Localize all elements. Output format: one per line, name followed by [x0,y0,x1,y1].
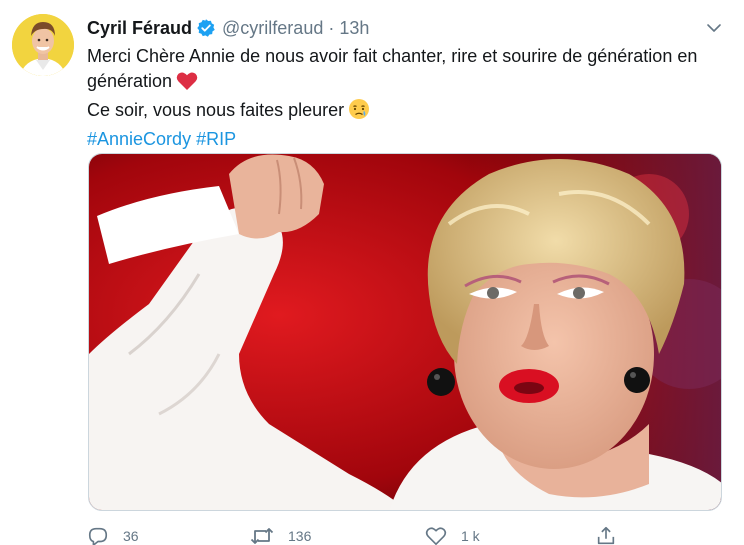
author-handle[interactable]: @cyrilferaud [222,18,323,39]
reply-button[interactable]: 36 [87,524,139,545]
share-icon [597,526,615,545]
retweet-count: 136 [288,528,312,544]
photo-image [89,154,721,510]
author-name[interactable]: Cyril Féraud [87,18,192,39]
avatar[interactable] [12,14,74,76]
reply-icon [88,527,108,545]
chevron-down-icon[interactable] [706,20,722,36]
share-button[interactable] [595,524,617,545]
hashtag-rip[interactable]: #RIP [196,129,236,149]
tweet-text-line-1: Merci Chère Annie de nous avoir fait cha… [87,44,727,98]
like-button[interactable]: 1 k [425,524,480,545]
crying-face-emoji-icon [348,98,370,127]
retweet-button[interactable]: 136 [250,524,311,545]
tweet-text: Merci Chère Annie de nous avoir fait cha… [87,44,727,152]
tweet-actions: 36 136 1 k [87,524,627,545]
tweet[interactable]: Cyril Féraud @cyrilferaud · 13h Merci Ch… [0,0,744,545]
retweet-icon [250,528,274,544]
red-heart-emoji-icon [176,71,198,98]
like-count: 1 k [461,528,480,544]
reply-count: 36 [123,528,139,544]
hashtags: #AnnieCordy #RIP [87,127,727,152]
tweet-header: Cyril Féraud @cyrilferaud · 13h [87,16,369,40]
hashtag-annie-cordy[interactable]: #AnnieCordy [87,129,191,149]
tweet-media-photo[interactable] [88,153,722,511]
verified-badge-icon [196,18,216,38]
profile-avatar [12,14,74,76]
separator-dot: · [328,17,335,38]
tweet-text-line-2-content: Ce soir, vous nous faites pleurer [87,100,345,120]
heart-icon [425,527,447,545]
timestamp[interactable]: 13h [339,18,369,39]
tweet-text-line-2: Ce soir, vous nous faites pleurer [87,98,727,127]
